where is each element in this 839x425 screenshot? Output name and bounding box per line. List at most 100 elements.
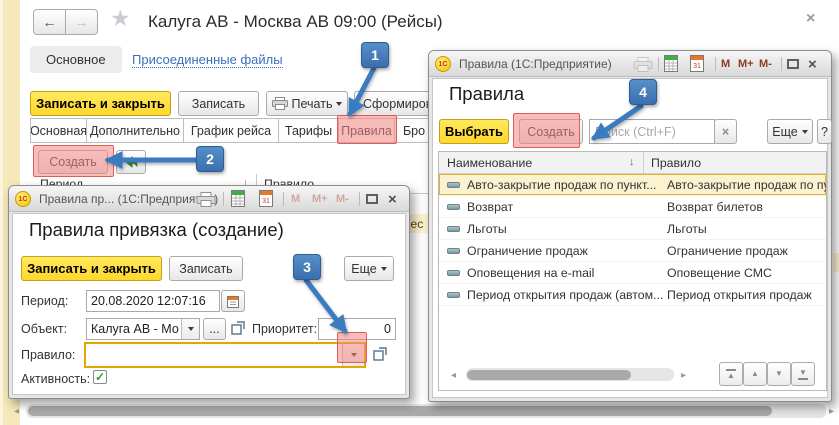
memory-button[interactable]: M [291,193,300,205]
close-icon[interactable]: × [388,192,397,207]
activity-checkbox[interactable]: ✓ [93,370,107,384]
forward-arrow-icon: → [75,15,89,29]
search-input[interactable] [589,119,715,144]
column-rule[interactable]: Правило [651,156,701,170]
activity-label: Активность: [21,372,90,386]
calculator-icon[interactable] [664,55,678,72]
printer-icon [272,97,288,110]
close-icon: × [722,125,729,139]
hscroll-left-icon[interactable]: ◂ [14,406,19,417]
maximize-icon[interactable] [366,194,378,204]
rule-item-icon [447,292,460,298]
arrow-down-icon: ▼ [799,369,807,377]
go-first-button[interactable]: ▲ [719,362,743,386]
cell-name: Период открытия продаж (автом... [467,288,663,302]
calendar-icon[interactable]: 31 [690,55,704,72]
back-button[interactable]: ← [33,9,66,35]
table-row[interactable]: Льготы Льготы [439,218,826,240]
memory-plus-button[interactable]: M+ [312,193,328,205]
table-hscroll-left-icon[interactable]: ◂ [451,370,456,381]
maximize-icon[interactable] [787,59,799,69]
main-hscrollbar[interactable] [26,404,826,418]
period-label: Период: [21,294,68,308]
table-hscrollbar[interactable] [466,368,674,381]
tab-attached-files[interactable]: Присоединенные файлы [132,52,283,68]
forward-button[interactable]: → [65,9,98,35]
object-field[interactable]: Калуга АВ - Мос [86,318,200,340]
cell-rule: Оповещение СМС [667,266,826,280]
dialog-save-close-button[interactable]: Записать и закрыть [21,256,162,281]
object-value: Калуга АВ - Мос [91,322,179,336]
search-clear-button[interactable]: × [714,119,737,144]
cell-rule: Авто-закрытие продаж по пу... [667,178,826,192]
favorite-star-icon[interactable]: ★ [110,5,131,32]
dialog-save-button[interactable]: Записать [169,256,243,281]
calendar-icon[interactable]: 31 [259,190,273,207]
go-down-button[interactable]: ▼ [767,362,791,386]
dropdown-icon [188,327,194,331]
table-row[interactable]: Авто-закрытие продаж по пункт... Авто-за… [439,174,826,196]
checkmark-icon: ✓ [95,370,105,384]
memory-plus-button[interactable]: M+ [738,58,754,70]
period-field[interactable]: 20.08.2020 12:07:16 [86,290,220,312]
cell-name: Возврат [467,200,663,214]
memory-minus-button[interactable]: M- [759,58,772,70]
table-row[interactable]: Возврат Возврат билетов [439,196,826,218]
print-label: Печать [292,97,333,111]
printer-icon[interactable] [196,192,216,207]
period-calendar-button[interactable] [221,290,245,312]
tab-osnovnaya[interactable]: Основная [30,118,87,143]
open-icon[interactable] [231,321,245,336]
history-nav: ← → [33,9,97,35]
column-divider [643,152,644,174]
bar-icon [798,378,808,380]
rule-field[interactable] [84,342,366,368]
copy-icon [124,156,138,168]
callout-badge-4: 4 [629,79,657,105]
object-ellipsis-button[interactable]: ... [203,318,226,340]
close-icon[interactable]: × [808,57,817,72]
titlebar-divider [223,192,224,206]
form-close-icon[interactable]: × [806,10,815,28]
titlebar-divider [283,192,284,206]
go-up-button[interactable]: ▲ [743,362,767,386]
rule-item-icon [447,182,460,188]
select-button[interactable]: Выбрать [439,119,509,144]
main-hscroll-thumb[interactable] [28,406,772,416]
help-button[interactable]: ? [817,119,832,144]
memory-button[interactable]: M [721,58,730,70]
table-hscroll-thumb[interactable] [467,370,631,380]
tab-dopolnitelno[interactable]: Дополнительно [86,118,184,143]
highlight-rule-dropdown [337,332,367,363]
highlight-create-dialog [513,113,580,148]
printer-icon[interactable] [633,57,653,72]
rule-item-icon [447,226,460,232]
tab-main[interactable]: Основное [30,46,122,73]
cell-name: Авто-закрытие продаж по пункт... [467,178,663,192]
binding-dialog-titlebar[interactable]: 1С Правила пр... (1С:Предприятие) 31 M M… [9,186,409,212]
cell-name: Оповещения на e-mail [467,266,663,280]
more-button[interactable]: Еще [344,256,394,281]
open-icon[interactable] [373,347,387,362]
more-button[interactable]: Еще [767,119,813,144]
table-row[interactable]: Оповещения на e-mail Оповещение СМС [439,262,826,284]
calculator-icon[interactable] [231,190,245,207]
back-arrow-icon: ← [43,15,57,29]
object-dropdown-button[interactable] [181,319,199,339]
rules-dialog-titlebar[interactable]: 1С Правила (1С:Предприятие) 31 M M+ M- × [429,51,831,77]
table-hscroll-right-icon[interactable]: ▸ [681,370,686,381]
copy-button[interactable] [116,150,146,174]
binding-dialog-title: Правила пр... (1С:Предприятие) [39,192,218,206]
tab-tarify[interactable]: Тарифы [278,118,339,143]
print-button[interactable]: Печать [266,91,348,116]
memory-minus-button[interactable]: M- [336,193,349,205]
save-close-button[interactable]: Записать и закрыть [30,91,171,116]
save-button[interactable]: Записать [178,91,259,116]
column-name[interactable]: Наименование [447,156,532,170]
hscroll-right-icon[interactable]: ▸ [829,406,834,417]
arrow-up-icon: ▲ [727,372,735,380]
table-row[interactable]: Период открытия продаж (автом... Период … [439,284,826,306]
table-row[interactable]: Ограничение продаж Ограничение продаж [439,240,826,262]
tab-grafik-reisa[interactable]: График рейса [183,118,279,143]
go-last-button[interactable]: ▼ [791,362,815,386]
